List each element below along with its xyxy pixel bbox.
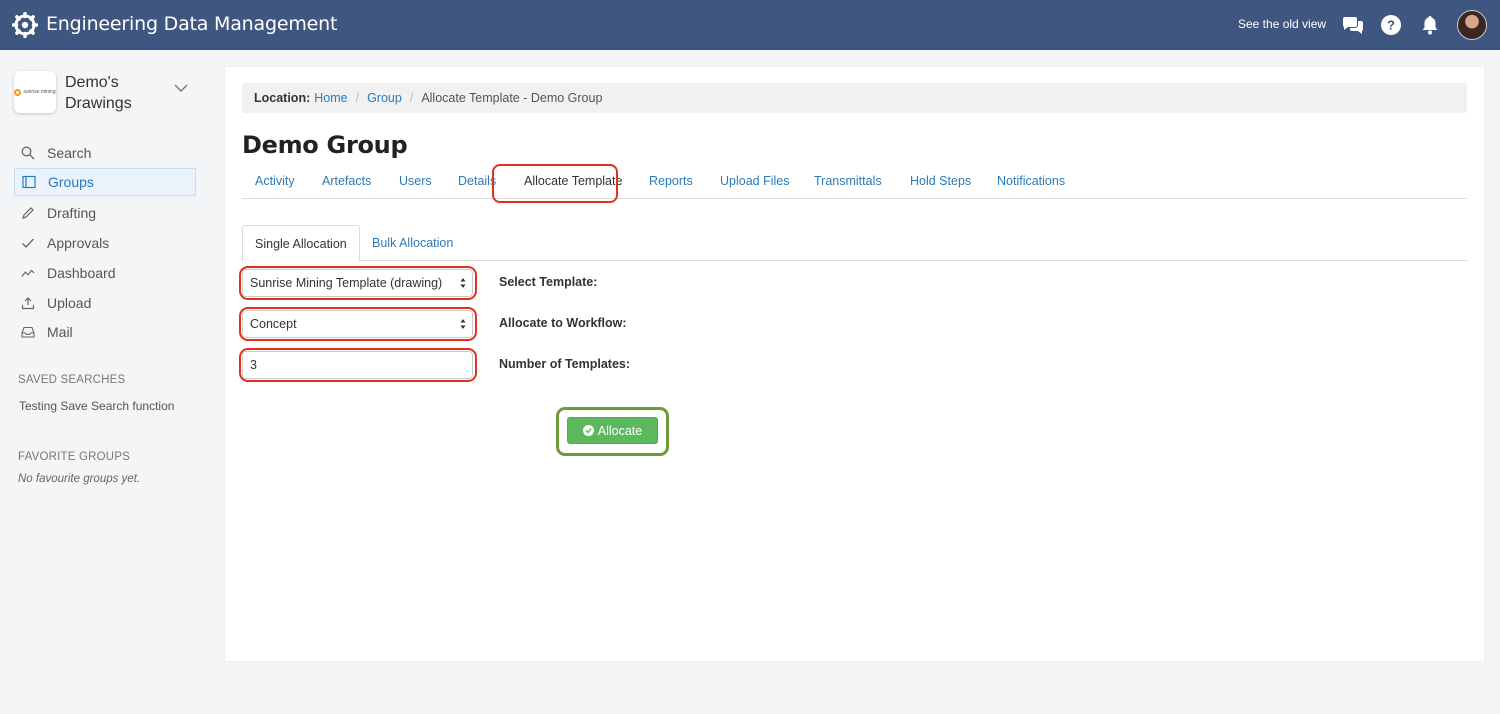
breadcrumb-separator: /	[409, 91, 414, 105]
select-arrows-icon	[460, 278, 466, 288]
see-old-view-link[interactable]: See the old view	[1238, 17, 1326, 31]
favorite-groups-heading: FAVORITE GROUPS	[18, 451, 131, 463]
search-icon	[21, 146, 35, 160]
tab-upload-files[interactable]: Upload Files	[720, 174, 789, 188]
tab-hold-steps[interactable]: Hold Steps	[910, 174, 971, 188]
allocate-workflow-label: Allocate to Workflow:	[499, 316, 627, 330]
sidebar-item-search[interactable]: Search	[14, 139, 196, 167]
workspace-logo-text: sunrise mining	[23, 89, 56, 95]
pencil-icon	[21, 206, 35, 220]
saved-search-link[interactable]: Testing Save Search function	[19, 399, 174, 413]
subtab-bulk-allocation[interactable]: Bulk Allocation	[360, 225, 465, 261]
select-template-label: Select Template:	[499, 275, 598, 289]
upload-icon	[21, 296, 35, 310]
sun-logo-icon	[14, 88, 22, 96]
template-count-value: 3	[250, 358, 257, 372]
workflow-select-value: Concept	[250, 317, 297, 331]
tab-notifications[interactable]: Notifications	[997, 174, 1065, 188]
sidebar-item-label: Mail	[47, 324, 73, 340]
sidebar-item-upload[interactable]: Upload	[14, 289, 196, 317]
tab-artefacts[interactable]: Artefacts	[322, 174, 371, 188]
check-circle-icon	[582, 425, 594, 436]
gear-logo-icon[interactable]	[12, 12, 38, 38]
breadcrumb-current: Allocate Template - Demo Group	[421, 91, 603, 105]
sidebar: sunrise mining Demo's Drawings Search Gr…	[0, 50, 210, 714]
book-icon	[22, 175, 36, 189]
tab-transmittals[interactable]: Transmittals	[814, 174, 882, 188]
tab-reports[interactable]: Reports	[649, 174, 693, 188]
sidebar-item-label: Upload	[47, 295, 92, 311]
app-title: Engineering Data Management	[46, 13, 338, 35]
help-icon[interactable]: ?	[1379, 13, 1403, 37]
subtab-single-allocation[interactable]: Single Allocation	[242, 225, 360, 262]
inbox-icon	[21, 325, 35, 339]
tab-users[interactable]: Users	[399, 174, 432, 188]
allocate-button-label: Allocate	[597, 423, 643, 438]
sidebar-item-label: Approvals	[47, 235, 110, 251]
breadcrumb-label: Location:	[254, 91, 311, 105]
template-select-value: Sunrise Mining Template (drawing)	[250, 276, 443, 290]
sidebar-item-label: Dashboard	[47, 265, 116, 281]
breadcrumb: Location: Home / Group / Allocate Templa…	[242, 83, 1467, 113]
tab-details[interactable]: Details	[458, 174, 496, 188]
checkmark-icon	[21, 236, 35, 250]
sidebar-item-label: Groups	[48, 174, 94, 190]
sidebar-item-label: Search	[47, 145, 92, 161]
sidebar-item-approvals[interactable]: Approvals	[14, 229, 196, 257]
page-title: Demo Group	[242, 131, 408, 159]
chat-icon[interactable]	[1341, 13, 1365, 37]
breadcrumb-separator: /	[355, 91, 360, 105]
allocate-button[interactable]: Allocate	[567, 417, 658, 444]
template-count-input[interactable]: 3	[242, 351, 473, 379]
number-of-templates-label: Number of Templates:	[499, 357, 631, 371]
main-panel: Location: Home / Group / Allocate Templa…	[225, 67, 1484, 661]
tab-activity[interactable]: Activity	[255, 174, 295, 188]
active-tab-highlight	[492, 164, 618, 203]
chevron-down-icon[interactable]	[173, 82, 189, 94]
allocation-subtabs: Single Allocation Bulk Allocation	[242, 225, 1467, 262]
sidebar-item-mail[interactable]: Mail	[14, 318, 196, 346]
top-navigation-bar: Engineering Data Management See the old …	[0, 0, 1500, 50]
select-arrows-icon	[460, 319, 466, 329]
line-chart-icon	[21, 266, 35, 280]
favorite-groups-empty-note: No favourite groups yet.	[18, 473, 141, 485]
bell-icon[interactable]	[1418, 13, 1442, 37]
workspace-name[interactable]: Demo's Drawings	[65, 72, 165, 114]
template-select[interactable]: Sunrise Mining Template (drawing)	[242, 269, 473, 297]
breadcrumb-home-link[interactable]: Home	[314, 91, 347, 105]
svg-text:?: ?	[1387, 18, 1395, 33]
sidebar-item-groups[interactable]: Groups	[14, 168, 196, 196]
sidebar-item-drafting[interactable]: Drafting	[14, 199, 196, 227]
sidebar-item-label: Drafting	[47, 205, 97, 221]
group-tabs: Activity Artefacts Users Details Allocat…	[242, 165, 1467, 199]
workflow-select[interactable]: Concept	[242, 310, 473, 338]
avatar[interactable]	[1457, 10, 1487, 40]
saved-searches-heading: SAVED SEARCHES	[18, 374, 126, 386]
sidebar-item-dashboard[interactable]: Dashboard	[14, 259, 196, 287]
workspace-logo: sunrise mining	[14, 71, 56, 113]
breadcrumb-group-link[interactable]: Group	[367, 91, 402, 105]
